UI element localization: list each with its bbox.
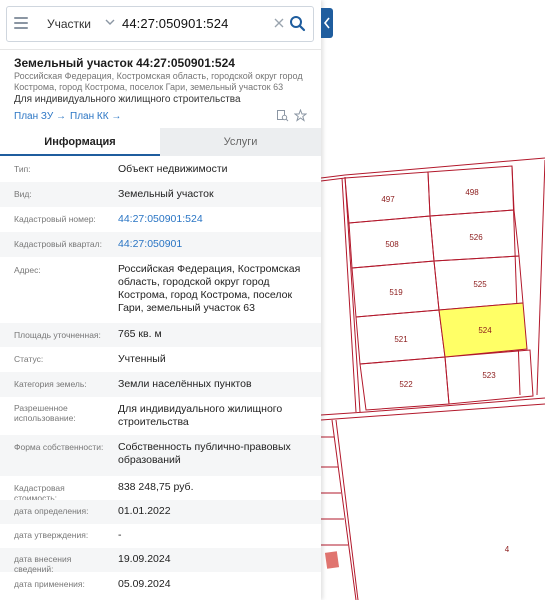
info-row-land-category: Категория земель: Земли населённых пункт… xyxy=(0,372,321,397)
parcel-label: 4 xyxy=(505,545,510,554)
search-type-select[interactable]: Участки xyxy=(47,17,91,31)
info-row-area: Площадь уточненная: 765 кв. м xyxy=(0,323,321,347)
search-box[interactable]: Участки 44:27:050901:524 xyxy=(6,6,314,42)
boundary-line xyxy=(536,159,545,396)
info-row-cadastral-number: Кадастровый номер: 44:27:050901:524 xyxy=(0,207,321,232)
tab-bar: Информация Услуги xyxy=(0,128,321,156)
parcel-label: 498 xyxy=(465,188,479,197)
plan-zu-link[interactable]: План ЗУ → xyxy=(14,111,66,122)
info-row-status: Статус: Учтенный xyxy=(14,353,166,365)
cadastral-quarter-link[interactable]: 44:27:050901 xyxy=(118,238,314,251)
parcel-label: 525 xyxy=(473,280,487,289)
search-bar: Участки 44:27:050901:524 xyxy=(0,0,321,50)
close-icon[interactable] xyxy=(272,16,286,30)
parcel-label: 526 xyxy=(469,233,483,242)
info-row-ownership: Форма собственности: Собственность публи… xyxy=(0,435,321,476)
info-row-date-determined: дата определения: 01.01.2022 xyxy=(0,500,321,524)
chevron-down-icon[interactable] xyxy=(103,15,117,29)
block-boundary xyxy=(320,177,346,182)
menu-icon[interactable] xyxy=(14,17,28,31)
parcel-label: 521 xyxy=(394,335,408,344)
info-row-kind: Вид: Земельный участок xyxy=(0,182,321,207)
plan-kk-link[interactable]: План КК → xyxy=(70,111,121,122)
info-row-address: Адрес: Российская Федерация, Костромская… xyxy=(14,263,301,314)
collapse-panel-button[interactable] xyxy=(321,8,333,38)
parcel-address: Российская Федерация, Костромская област… xyxy=(14,71,303,92)
tab-services[interactable]: Услуги xyxy=(160,128,321,156)
tab-information[interactable]: Информация xyxy=(0,128,160,156)
parcel-label: 519 xyxy=(389,288,403,297)
parcel-label: 522 xyxy=(399,380,413,389)
document-search-icon[interactable] xyxy=(276,109,289,122)
building-marker xyxy=(324,551,340,569)
info-row-date-applied: дата применения: 05.09.2024 xyxy=(14,578,171,590)
block-boundary xyxy=(320,157,545,179)
boundary-line xyxy=(331,419,357,600)
info-row-permitted-use: Разрешенное использование: Для индивидуа… xyxy=(14,403,283,428)
search-icon[interactable] xyxy=(289,15,306,32)
parcel-purpose: Для индивидуального жилищного строительс… xyxy=(14,94,241,105)
boundary-line xyxy=(344,176,361,413)
parcel-label: 508 xyxy=(385,240,399,249)
info-row-cadastral-quarter: Кадастровый квартал: 44:27:050901 xyxy=(0,232,321,257)
parcel-label: 524 xyxy=(478,326,492,335)
info-row-date-approved: дата утверждения: - xyxy=(14,529,122,541)
boundary-line xyxy=(511,165,521,396)
info-panel: Участки 44:27:050901:524 Земельный участ… xyxy=(0,0,321,600)
search-input[interactable]: 44:27:050901:524 xyxy=(122,16,228,31)
parcel-label: 497 xyxy=(381,195,395,204)
boundary-line xyxy=(335,419,359,600)
info-row-type: Тип: Объект недвижимости xyxy=(14,163,228,175)
info-row-cadastral-value: Кадастровая стоимость: 838 248,75 руб. xyxy=(14,481,194,503)
info-row-date-entered: дата внесения сведений: 19.09.2024 xyxy=(0,548,321,574)
star-icon[interactable] xyxy=(294,109,307,122)
parcel-label: 523 xyxy=(482,371,496,380)
cadastral-number-link[interactable]: 44:27:050901:524 xyxy=(118,213,314,226)
parcel-title: Земельный участок 44:27:050901:524 xyxy=(14,56,235,70)
chevron-left-icon xyxy=(323,17,330,29)
